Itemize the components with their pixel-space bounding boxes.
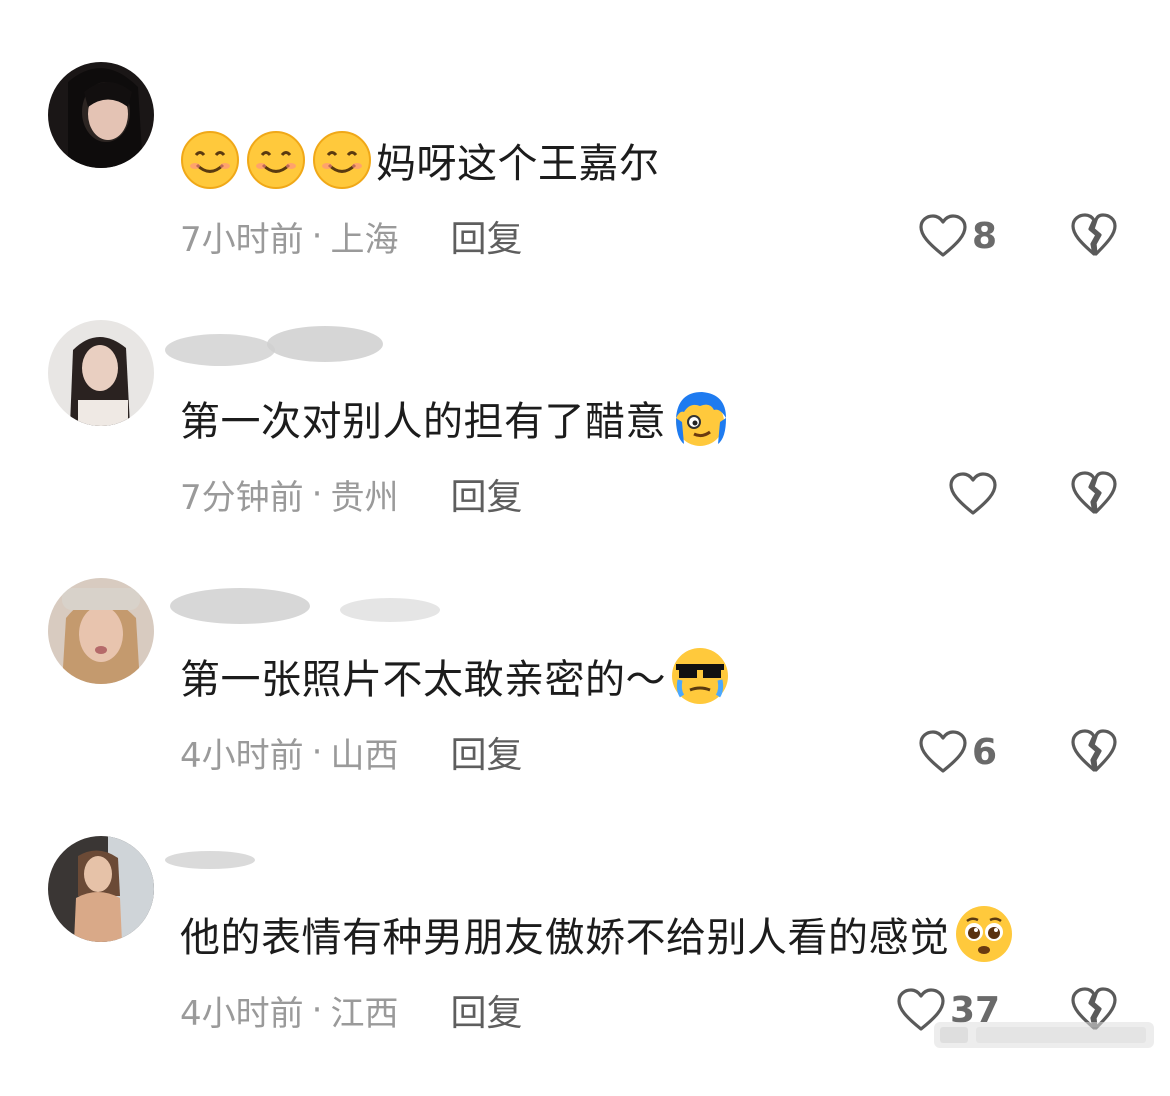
sunglasses-tears-emoji-icon (670, 646, 730, 706)
meta-separator: · (311, 216, 323, 256)
comment-meta: 7分钟前 · 贵州 回复 (180, 468, 522, 520)
comment-meta: 4小时前 · 山西 回复 (180, 726, 522, 778)
like-count: 6 (972, 731, 998, 773)
avatar[interactable] (48, 320, 154, 426)
comment-text: 他的表情有种男朋友傲娇不给别人看的感觉 (180, 915, 950, 961)
smile-emoji-icon (312, 130, 372, 190)
comment-item: 妈呀这个王嘉尔 7小时前 · 上海 回复 8 (0, 62, 1170, 322)
comment-meta: 7小时前 · 上海 回复 (180, 210, 522, 262)
reply-button[interactable]: 回复 (450, 726, 522, 778)
comment-meta: 4小时前 · 江西 回复 (180, 984, 522, 1036)
comment-time: 4小时前 (180, 735, 304, 776)
comment-content: 第一张照片不太敢亲密的～ (180, 640, 730, 712)
comment-location: 山西 (330, 735, 399, 776)
comment-text: 第一次对别人的担有了醋意 (180, 399, 666, 445)
heart-outline-icon[interactable] (918, 729, 968, 775)
comment-content: 妈呀这个王嘉尔 (180, 124, 660, 196)
broken-heart-icon[interactable] (1070, 212, 1118, 258)
avatar[interactable] (48, 578, 154, 684)
comment-item: 第一次对别人的担有了醋意 7分钟前 · 贵州 回复 (0, 320, 1170, 580)
meta-separator: · (311, 990, 323, 1030)
lead-emojis (180, 130, 372, 190)
username-blurred (160, 826, 460, 906)
comment-time: 4小时前 (180, 993, 304, 1034)
watermark-logo (930, 1010, 1160, 1060)
meta-separator: · (311, 474, 323, 514)
heart-outline-icon[interactable] (918, 213, 968, 259)
pleading-emoji-icon (954, 904, 1014, 964)
username-blurred (160, 52, 460, 132)
comment-time: 7小时前 (180, 219, 304, 260)
username-blurred (160, 568, 460, 648)
comment-item: 第一张照片不太敢亲密的～ 4小时前 · 山西 回复 6 (0, 578, 1170, 838)
reply-button[interactable]: 回复 (450, 984, 522, 1036)
like-count: 8 (972, 215, 998, 257)
comment-location: 贵州 (330, 477, 399, 518)
meta-separator: · (311, 732, 323, 772)
smile-emoji-icon (246, 130, 306, 190)
like-group[interactable]: 6 (918, 726, 997, 778)
comment-text: 妈呀这个王嘉尔 (376, 141, 660, 187)
comment-content: 他的表情有种男朋友傲娇不给别人看的感觉 (180, 898, 1014, 970)
comment-location: 上海 (330, 219, 399, 260)
comment-time: 7分钟前 (180, 477, 304, 518)
like-group[interactable] (948, 468, 1002, 520)
like-group[interactable]: 8 (918, 210, 997, 262)
broken-heart-icon[interactable] (1070, 728, 1118, 774)
avatar[interactable] (48, 836, 154, 942)
reply-button[interactable]: 回复 (450, 468, 522, 520)
comment-content: 第一次对别人的担有了醋意 (180, 382, 730, 454)
comment-location: 江西 (330, 993, 399, 1034)
heart-outline-icon[interactable] (948, 471, 998, 517)
broken-heart-icon[interactable] (1070, 470, 1118, 516)
avatar[interactable] (48, 62, 154, 168)
reply-button[interactable]: 回复 (450, 210, 522, 262)
blue-hair-emoji-icon (670, 388, 730, 448)
username-blurred (160, 310, 460, 390)
comment-text: 第一张照片不太敢亲密的～ (180, 657, 666, 703)
smile-emoji-icon (180, 130, 240, 190)
